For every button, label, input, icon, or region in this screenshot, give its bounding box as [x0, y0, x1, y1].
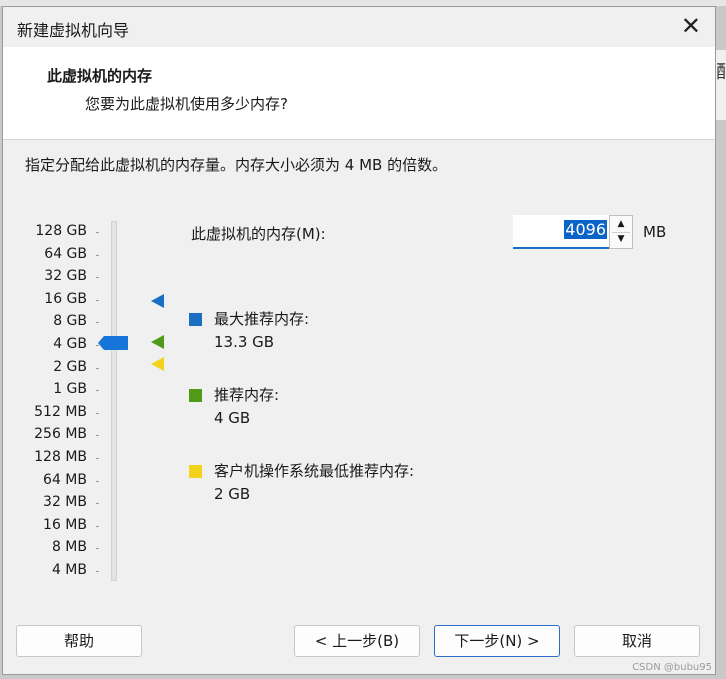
tick-mark: [96, 322, 99, 324]
spin-down-icon[interactable]: ▼: [612, 232, 630, 247]
memory-input[interactable]: 4096: [513, 215, 609, 249]
recommended-value: 4 GB: [214, 409, 251, 427]
scale-tick: 32 GB: [3, 266, 99, 288]
tick-mark: [96, 254, 99, 256]
scale-tick: 8 MB: [3, 537, 99, 559]
scale-label: 1 GB: [53, 381, 87, 398]
minimum-recommended-marker-icon: [151, 357, 164, 371]
scale-tick: 256 MB: [3, 424, 99, 446]
new-vm-wizard-dialog: 新建虚拟机向导 ✕ 此虚拟机的内存 您要为此虚拟机使用多少内存? 指定分配给此虚…: [2, 6, 716, 675]
tick-mark: [96, 503, 99, 505]
next-button[interactable]: 下一步(N) >: [434, 625, 560, 657]
scale-tick: 1 GB: [3, 379, 99, 401]
spin-up-icon[interactable]: ▲: [612, 217, 630, 233]
scale-tick: 16 MB: [3, 515, 99, 537]
scale-label: 16 MB: [43, 516, 87, 533]
tick-mark: [96, 435, 99, 437]
scale-tick: 64 MB: [3, 470, 99, 492]
scale-tick: 2 GB: [3, 357, 99, 379]
recommended-label: 推荐内存:: [214, 386, 280, 404]
scale-tick: 512 MB: [3, 402, 99, 424]
background-window-edge: 配: [716, 50, 726, 120]
tick-mark: [96, 458, 99, 459]
scale-label: 64 MB: [43, 471, 87, 488]
title-bar: 新建虚拟机向导 ✕: [3, 7, 715, 47]
tick-mark: [96, 412, 99, 414]
minimum-recommended-swatch: [189, 465, 202, 478]
tick-mark: [96, 299, 99, 301]
background-char: 配: [716, 62, 726, 83]
tick-mark: [96, 277, 99, 279]
recommended-marker-icon: [151, 335, 164, 349]
scale-label: 32 MB: [43, 494, 87, 511]
scale-label: 8 MB: [51, 539, 87, 556]
minimum-recommended-label: 客户机操作系统最低推荐内存:: [214, 462, 415, 480]
memory-description: 指定分配给此虚拟机的内存量。内存大小必须为 4 MB 的倍数。: [25, 156, 448, 174]
scale-label: 4 GB: [53, 336, 87, 352]
header-title: 此虚拟机的内存: [47, 67, 153, 85]
tick-mark: [96, 480, 99, 482]
wizard-header: 此虚拟机的内存 您要为此虚拟机使用多少内存?: [3, 47, 715, 140]
memory-unit: MB: [643, 223, 667, 241]
memory-spinner[interactable]: ▲ ▼: [609, 215, 633, 249]
scale-tick: 64 GB: [3, 244, 99, 266]
tick-mark: [96, 390, 99, 392]
scale-tick: 32 MB: [3, 492, 99, 514]
tick-mark: [96, 232, 99, 233]
cancel-button[interactable]: 取消: [574, 625, 700, 657]
tick-mark: [96, 548, 99, 550]
scale-tick: 8 GB: [3, 311, 99, 333]
max-recommended-value: 13.3 GB: [214, 333, 275, 351]
scale-tick: 4 MB: [3, 560, 99, 582]
memory-slider-thumb[interactable]: [98, 336, 128, 350]
dialog-title: 新建虚拟机向导: [17, 21, 130, 40]
scale-label: 32 GB: [44, 268, 87, 285]
scale-label: 4 MB: [51, 562, 87, 578]
scale-label: 128 MB: [34, 449, 87, 465]
scale-label: 8 GB: [53, 313, 87, 330]
memory-label: 此虚拟机的内存(M):: [191, 225, 326, 243]
recommended-swatch: [189, 389, 202, 402]
header-subtitle: 您要为此虚拟机使用多少内存?: [85, 95, 288, 113]
scale-label: 128 GB: [35, 223, 87, 239]
tick-mark: [96, 367, 99, 369]
scale-tick: 128 GB: [3, 221, 99, 243]
memory-value: 4096: [564, 220, 607, 239]
scale-tick: 4 GB: [3, 334, 99, 356]
help-button[interactable]: 帮助: [16, 625, 142, 657]
max-recommended-swatch: [189, 313, 202, 326]
watermark: CSDN @bubu95: [632, 662, 712, 673]
max-recommended-marker-icon: [151, 294, 164, 308]
scale-label: 512 MB: [34, 403, 87, 420]
scale-label: 64 GB: [44, 245, 87, 262]
scale-tick: 128 MB: [3, 447, 99, 469]
scale-label: 16 GB: [44, 290, 87, 307]
tick-mark: [96, 525, 99, 527]
close-icon[interactable]: ✕: [681, 11, 701, 41]
back-button[interactable]: < 上一步(B): [294, 625, 420, 657]
tick-mark: [96, 571, 99, 572]
scale-label: 256 MB: [34, 426, 87, 443]
scale-label: 2 GB: [53, 358, 87, 375]
scale-tick: 16 GB: [3, 289, 99, 311]
max-recommended-label: 最大推荐内存:: [214, 310, 310, 328]
memory-slider-track[interactable]: [111, 221, 117, 581]
minimum-recommended-value: 2 GB: [214, 485, 251, 503]
